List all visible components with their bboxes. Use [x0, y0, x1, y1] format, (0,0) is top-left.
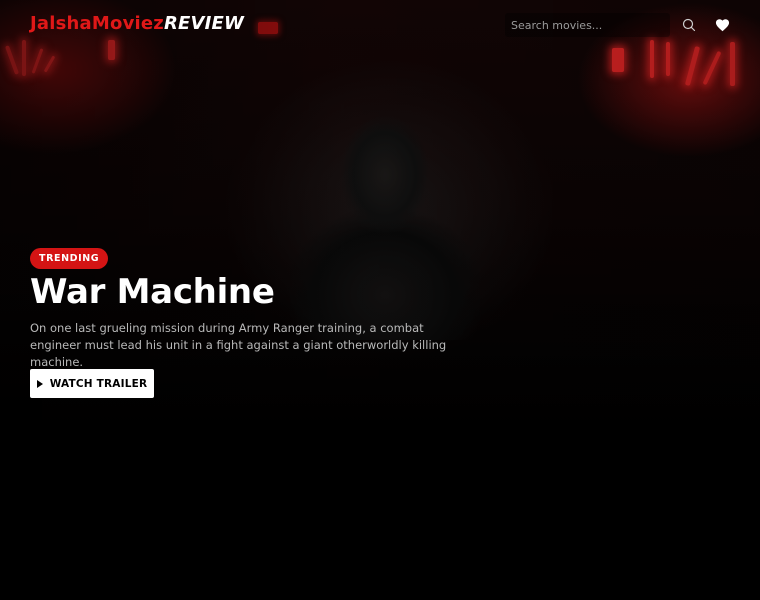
watch-trailer-button[interactable]: WATCH TRAILER: [30, 369, 154, 398]
site-logo[interactable]: JalshaMoviezREVIEW: [30, 13, 244, 34]
favorites-button[interactable]: [712, 15, 732, 35]
play-icon: [36, 379, 43, 388]
logo-brand: JalshaMoviez: [30, 13, 164, 34]
trending-badge: TRENDING: [30, 248, 109, 269]
search-icon: [682, 18, 696, 32]
heart-icon: [715, 19, 729, 32]
site-header: JalshaMoviezREVIEW: [0, 0, 760, 52]
logo-suffix: REVIEW: [163, 13, 245, 34]
search-button[interactable]: [679, 15, 699, 35]
watch-trailer-label: WATCH TRAILER: [49, 377, 148, 390]
movie-description: On one last grueling mission during Army…: [30, 321, 447, 369]
movie-title: War Machine: [30, 272, 275, 312]
search-input[interactable]: [505, 13, 670, 37]
